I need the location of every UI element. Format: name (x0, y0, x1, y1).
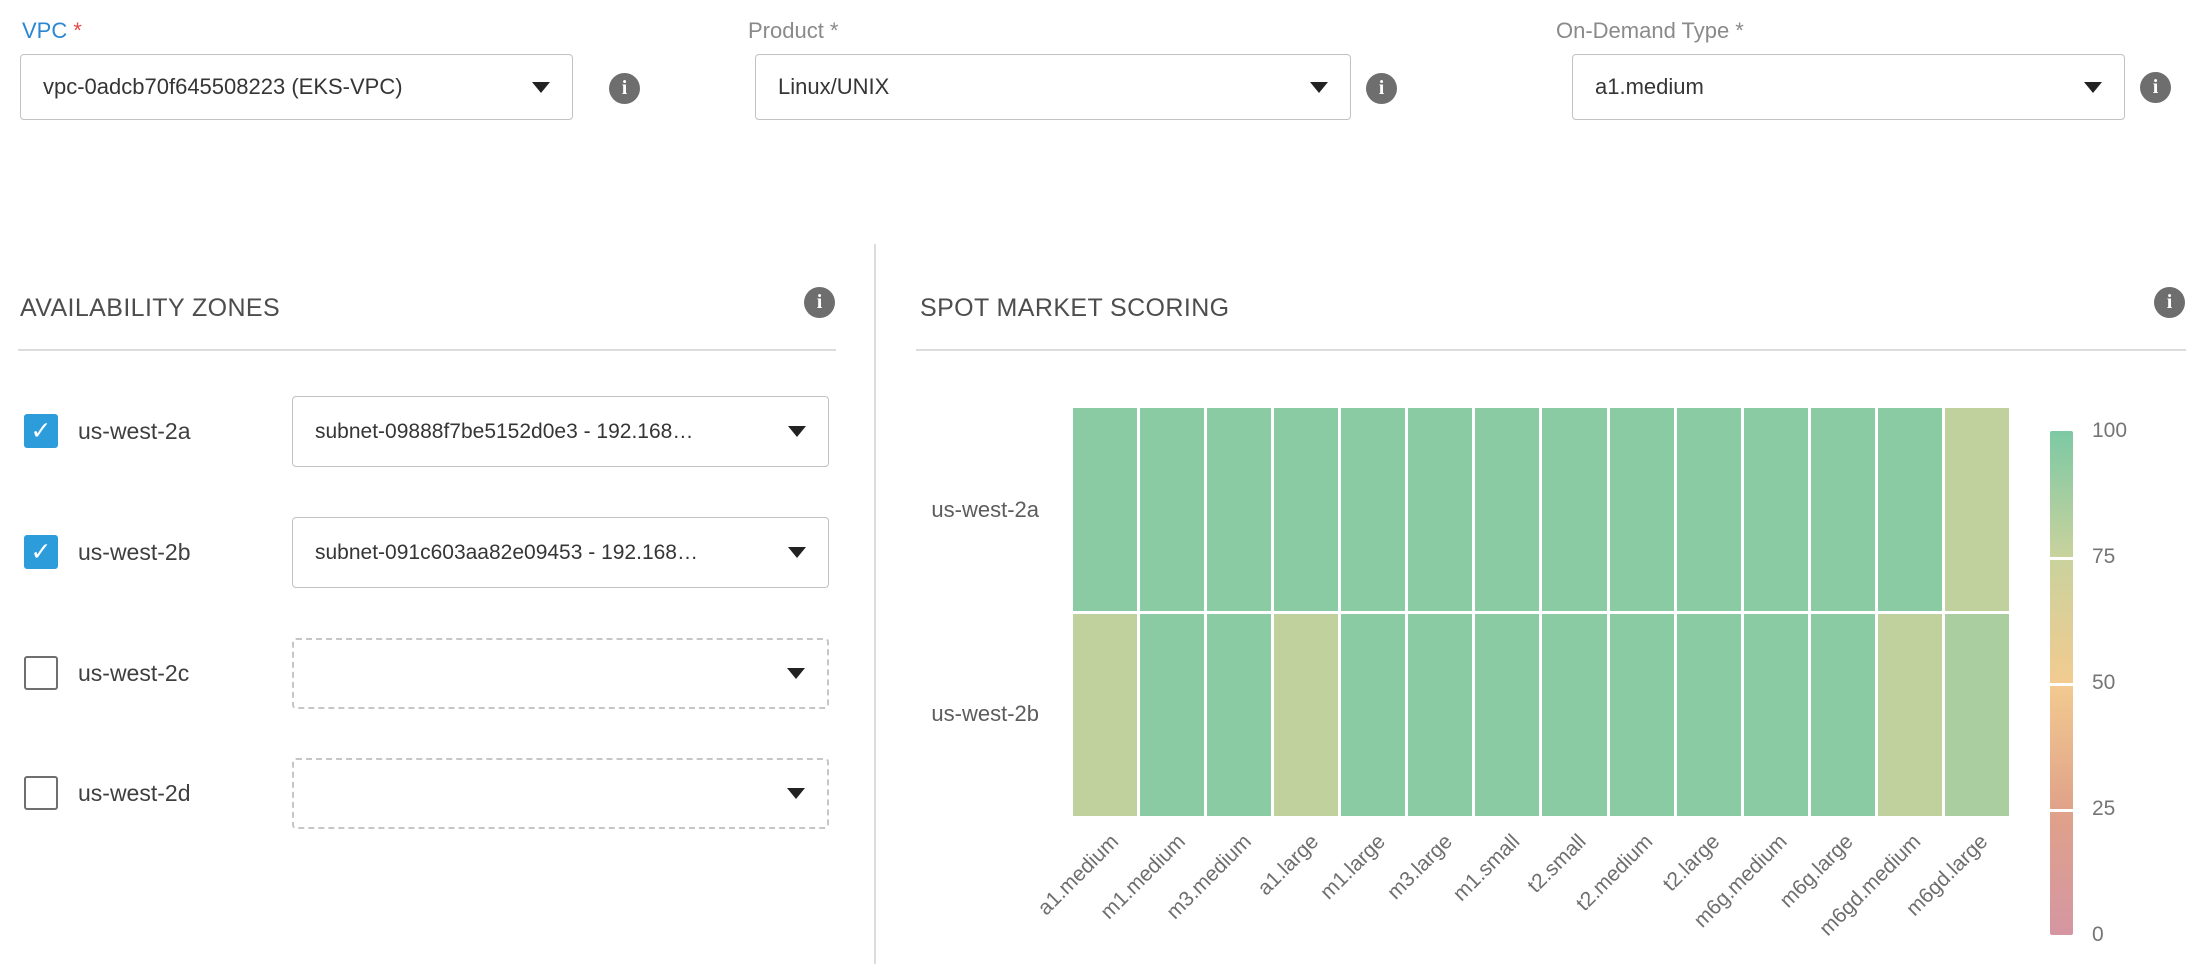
heatmap-cell (1475, 408, 1539, 611)
zone-label: us-west-2d (78, 774, 190, 812)
availability-zones-info-icon[interactable]: i (804, 287, 835, 318)
x-axis-label: t2.large (1659, 830, 1726, 897)
subnet-select[interactable]: subnet-091c603aa82e09453 - 192.168… (292, 517, 829, 588)
vpc-label-text: VPC (22, 18, 67, 43)
subnet-select-value: subnet-09888f7be5152d0e3 - 192.168… (315, 420, 774, 444)
product-select-value: Linux/UNIX (778, 74, 1296, 100)
on-demand-type-label: On-Demand Type* (1556, 18, 1744, 44)
legend-tick-label: 25 (2092, 797, 2115, 821)
heatmap-cell (1542, 614, 1606, 817)
spot-market-config-page: VPC* vpc-0adcb70f645508223 (EKS-VPC) i P… (0, 0, 2196, 964)
heatmap-cell (1878, 408, 1942, 611)
heatmap-cell (1945, 408, 2009, 611)
chevron-down-icon (787, 788, 805, 799)
heatmap-cell (1274, 614, 1338, 817)
product-required-asterisk: * (830, 18, 839, 43)
legend-tick-label: 75 (2092, 545, 2115, 569)
heatmap-legend-bar (2050, 431, 2073, 935)
legend-tick-label: 50 (2092, 671, 2115, 695)
on-demand-type-select[interactable]: a1.medium (1572, 54, 2125, 120)
vpc-label: VPC* (22, 18, 82, 44)
legend-separator (2050, 557, 2073, 560)
x-axis-label: m3.large (1383, 830, 1458, 905)
chevron-down-icon (2084, 82, 2102, 93)
subnet-select[interactable] (292, 758, 829, 829)
heatmap-cell (1945, 614, 2009, 817)
heatmap-row-label: us-west-2a (803, 492, 1039, 528)
heatmap-cell (1140, 408, 1204, 611)
vpc-required-asterisk: * (73, 18, 82, 43)
heatmap-cell (1744, 614, 1808, 817)
heatmap-cell (1677, 614, 1741, 817)
x-axis-label: a1.large (1253, 830, 1324, 901)
heatmap-cell (1341, 408, 1405, 611)
zone-checkbox[interactable]: ✓ (24, 776, 58, 810)
spot-market-scoring-divider (916, 349, 2186, 351)
x-axis-label: m1.large (1316, 830, 1391, 905)
spot-market-scoring-title: SPOT MARKET SCORING (920, 294, 1230, 323)
vpc-select[interactable]: vpc-0adcb70f645508223 (EKS-VPC) (20, 54, 573, 120)
legend-tick-label: 0 (2092, 923, 2104, 947)
check-icon: ✓ (31, 540, 52, 565)
product-label: Product* (748, 18, 838, 44)
chevron-down-icon (532, 82, 550, 93)
legend-separator (2050, 683, 2073, 686)
product-select[interactable]: Linux/UNIX (755, 54, 1351, 120)
zone-checkbox[interactable]: ✓ (24, 535, 58, 569)
heatmap-cell (1408, 408, 1472, 611)
spot-market-scoring-info-icon[interactable]: i (2154, 287, 2185, 318)
subnet-select-value: subnet-091c603aa82e09453 - 192.168… (315, 541, 774, 565)
subnet-select[interactable]: subnet-09888f7be5152d0e3 - 192.168… (292, 396, 829, 467)
heatmap-cell (1341, 614, 1405, 817)
legend-tick-label: 100 (2092, 419, 2127, 443)
product-info-icon[interactable]: i (1366, 73, 1397, 104)
heatmap-col-labels: a1.mediumm1.mediumm3.mediuma1.largem1.la… (1073, 822, 2009, 964)
chevron-down-icon (787, 668, 805, 679)
vpc-info-icon[interactable]: i (609, 73, 640, 104)
heatmap-cell (1744, 408, 1808, 611)
heatmap-cell (1610, 408, 1674, 611)
on-demand-type-info-icon[interactable]: i (2140, 72, 2171, 103)
heatmap-cell (1140, 614, 1204, 817)
check-icon: ✓ (31, 419, 52, 444)
heatmap-cell (1408, 614, 1472, 817)
heatmap-cell (1274, 408, 1338, 611)
zone-checkbox[interactable]: ✓ (24, 656, 58, 690)
on-demand-type-select-value: a1.medium (1595, 74, 2070, 100)
legend-separator (2050, 809, 2073, 812)
on-demand-type-label-text: On-Demand Type (1556, 18, 1729, 43)
heatmap-cell (1610, 614, 1674, 817)
vpc-select-value: vpc-0adcb70f645508223 (EKS-VPC) (43, 74, 518, 100)
chevron-down-icon (1310, 82, 1328, 93)
heatmap-grid (1073, 408, 2009, 816)
availability-zones-title: AVAILABILITY ZONES (20, 294, 280, 323)
heatmap-cell (1073, 614, 1137, 817)
heatmap-cell (1207, 408, 1271, 611)
zone-checkbox[interactable]: ✓ (24, 414, 58, 448)
heatmap-cell (1207, 614, 1271, 817)
zone-label: us-west-2b (78, 533, 190, 571)
section-vertical-divider (874, 244, 876, 964)
x-axis-label: m1.small (1448, 830, 1524, 906)
heatmap-cell (1677, 408, 1741, 611)
heatmap-cell (1811, 408, 1875, 611)
product-label-text: Product (748, 18, 824, 43)
zone-label: us-west-2c (78, 654, 189, 692)
chevron-down-icon (788, 547, 806, 558)
chevron-down-icon (788, 426, 806, 437)
heatmap-cell (1542, 408, 1606, 611)
heatmap-row-label: us-west-2b (803, 696, 1039, 732)
legend-ticks: 1007550250 (2092, 431, 2162, 935)
heatmap-cell (1811, 614, 1875, 817)
on-demand-required-asterisk: * (1735, 18, 1744, 43)
availability-zones-divider (18, 349, 836, 351)
zone-label: us-west-2a (78, 412, 190, 450)
subnet-select[interactable] (292, 638, 829, 709)
heatmap-cell (1073, 408, 1137, 611)
heatmap-cell (1878, 614, 1942, 817)
heatmap-cell (1475, 614, 1539, 817)
